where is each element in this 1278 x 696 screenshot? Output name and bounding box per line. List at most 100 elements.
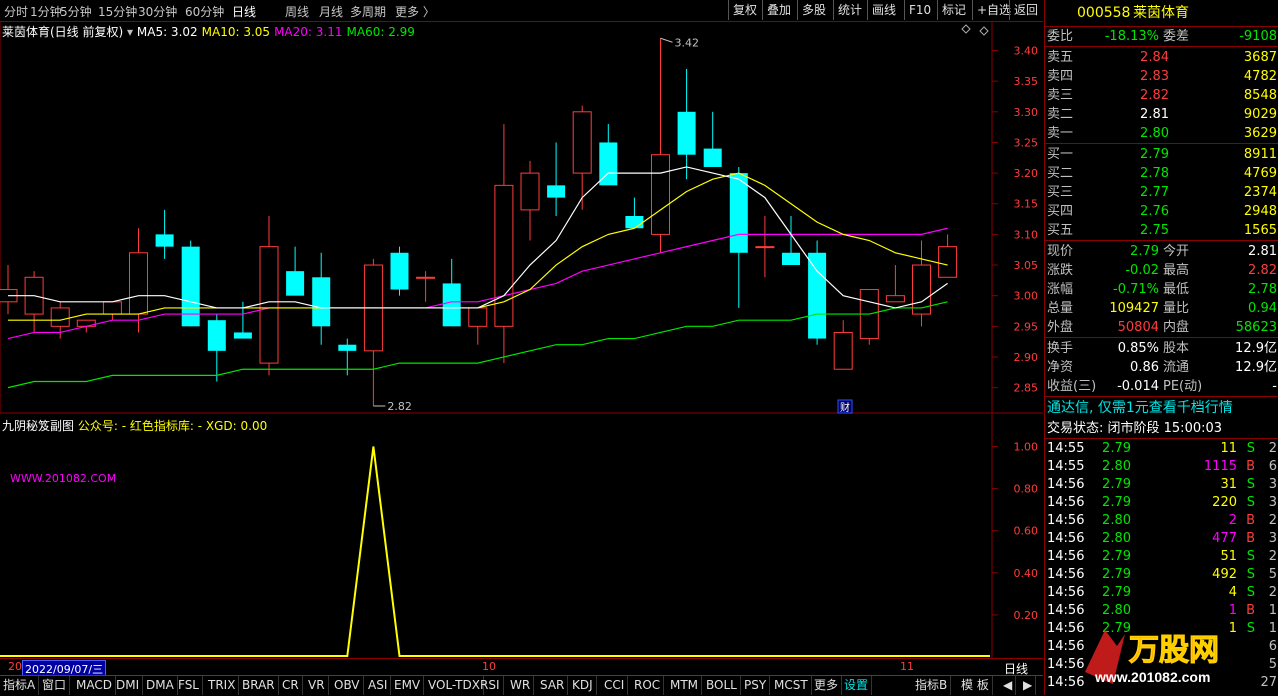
ad-row[interactable]: 通达信, 仅需1元查看千档行情 [1045,399,1278,418]
period-tab-10[interactable]: 更多 〉 [395,3,435,20]
period-tab-3[interactable]: 15分钟 [98,3,137,20]
toolbar-button-1[interactable]: 叠加 [762,0,795,20]
scroll-left-icon[interactable]: ◀ [1000,676,1017,695]
ma-legend: MA5: 3.02 MA10: 3.05 MA20: 3.11 MA60: 2.99 [137,25,419,39]
tick-row: 14:56 2.79 220 S 3 [1045,494,1278,512]
period-tab-4[interactable]: 30分钟 [138,3,177,20]
template-tab[interactable]: 模 板 [958,676,993,695]
indicator-tab-9[interactable]: VR [305,676,329,695]
bid-price[interactable]: 2.75 [1140,221,1169,240]
indicator-tab-21[interactable]: BOLL [703,676,741,695]
y-tick-label-9: 2.95 [1014,320,1039,333]
period-tab-0[interactable]: 分时 [4,3,28,20]
indicator-tab-24[interactable]: 更多 [811,676,843,695]
candle-body-8 [207,320,226,351]
ma-label-2: MA20: 3.11 [274,25,343,39]
stock-name: 莱茵体育 [1133,5,1189,21]
indicator-tab-3[interactable]: DMI [113,676,144,695]
ask-price[interactable]: 2.83 [1140,67,1169,86]
quote-label-2: 最高 [1163,263,1190,278]
toolbar-button-3[interactable]: 统计 [833,0,866,20]
bid-price[interactable]: 2.77 [1140,183,1169,202]
tick-direction: S [1246,567,1255,582]
stock-chart-title: 莱茵体育(日线 前复权) [2,25,124,39]
tick-price: 2.79 [1102,477,1131,492]
indicator-tab-17[interactable]: KDJ [569,676,597,695]
indicator-tab-20[interactable]: MTM [667,676,703,695]
quote-label-2: 最低 [1163,282,1190,297]
y-tick-label-8: 3.00 [1014,290,1039,303]
indicator-tab-0[interactable]: 指标A [0,676,40,695]
ask-price[interactable]: 2.82 [1140,86,1169,105]
period-tab-1[interactable]: 1分钟 [30,3,62,20]
tick-direction: S [1246,549,1255,564]
indicator-tab-5[interactable]: FSL [175,676,203,695]
period-tab-7[interactable]: 周线 [285,3,309,20]
ma10-line [8,172,948,321]
indicator-tab-13[interactable]: VOL-TDX [425,676,484,695]
y-tick-label-4: 3.20 [1014,167,1039,180]
indicator-tab-22[interactable]: PSY [741,676,771,695]
quote-label: 总量 [1047,301,1074,316]
indicator-b-tab[interactable]: 指标B [912,676,952,695]
indicator-tab-11[interactable]: ASI [365,676,392,695]
toolbar-button-5[interactable]: F10 [904,0,935,20]
bid-price[interactable]: 2.79 [1140,145,1169,164]
period-tab-6[interactable]: 日线 [232,3,256,20]
fin-badge-text: 财 [840,401,850,414]
chart-area[interactable]: 3.40 3.35 3.30 3.25 3.20 3.15 3.10 3.05 3.00 2.95… [0,20,1043,658]
indicator-tab-7[interactable]: BRAR [239,676,279,695]
bid-price[interactable]: 2.78 [1140,164,1169,183]
toolbar-button-6[interactable]: 标记 [937,0,970,20]
indicator-tab-16[interactable]: SAR [537,676,569,695]
indicator-tab-1[interactable]: 窗口 [39,676,71,695]
weibi-label: 委比 [1047,29,1074,44]
ask-price[interactable]: 2.80 [1140,124,1169,143]
indicator-tab-12[interactable]: EMV [391,676,425,695]
fin-value-2: 12.9亿 [1235,360,1277,375]
indicator-tab-10[interactable]: OBV [331,676,364,695]
indicator-tab-15[interactable]: WR [507,676,535,695]
kline-chart-svg[interactable]: 3.40 3.35 3.30 3.25 3.20 3.15 3.10 3.05 3.00 2.95… [0,20,1043,658]
tick-row: 14:56 2.79 51 S 2 [1045,548,1278,566]
title-dropdown-icon[interactable]: ▾ [127,25,133,39]
weibi-row: 委比 -18.13% 委差 -9108 [1045,27,1278,46]
tick-volume: 477 [1212,531,1237,546]
fin-label: 净资 [1047,360,1074,375]
period-tab-9[interactable]: 多周期 [350,3,386,20]
ask-price[interactable]: 2.81 [1140,105,1169,124]
toolbar-button-8[interactable]: 返回 [1009,0,1042,20]
indicator-tab-4[interactable]: DMA [143,676,178,695]
ask-price[interactable]: 2.84 [1140,48,1169,67]
bid-row-1: 买二 2.78 4769 [1045,164,1278,183]
period-tab-8[interactable]: 月线 [319,3,343,20]
bid-label: 买一 [1047,147,1074,162]
y-tick-label-0: 3.40 [1014,45,1039,58]
toolbar-button-0[interactable]: 复权 [728,0,761,20]
tick-count: 2 [1268,549,1277,564]
fin-badge[interactable]: 财 [837,399,853,414]
indicator-tab-2[interactable]: MACD [73,676,116,695]
ask-row-0: 卖五 2.84 3687 [1045,48,1278,67]
ad-text[interactable]: 通达信, 仅需1元查看千档行情 [1047,399,1233,418]
tick-count: 3 [1268,531,1277,546]
scroll-right-icon[interactable]: ▶ [1020,676,1037,695]
toolbar-button-2[interactable]: 多股 [797,0,830,20]
quote-row-0: 现价 2.79 今开 2.81 [1045,242,1278,261]
indicator-tab-25[interactable]: 设置 [841,676,873,695]
indicator-tab-23[interactable]: MCST [771,676,812,695]
indicator-tab-19[interactable]: ROC [631,676,665,695]
tick-price: 2.79 [1102,567,1131,582]
indicator-tab-8[interactable]: CR [279,676,303,695]
period-tab-2[interactable]: 5分钟 [60,3,92,20]
ask-row-4: 卖一 2.80 3629 [1045,124,1278,143]
indicator-tab-14[interactable]: RSI [477,676,504,695]
indicator-tab-6[interactable]: TRIX [205,676,240,695]
period-tab-5[interactable]: 60分钟 [185,3,224,20]
bid-price[interactable]: 2.76 [1140,202,1169,221]
fin-value-2: - [1272,379,1277,394]
period-toolbar: 分时 1分钟 5分钟 15分钟 30分钟 60分钟 日线 周线 月线 多周期 更多 〉 复权 叠加 多股统… [0,0,1043,22]
y-tick-label-10: 2.90 [1014,351,1039,364]
indicator-tab-18[interactable]: CCI [601,676,629,695]
toolbar-button-4[interactable]: 画线 [867,0,900,20]
